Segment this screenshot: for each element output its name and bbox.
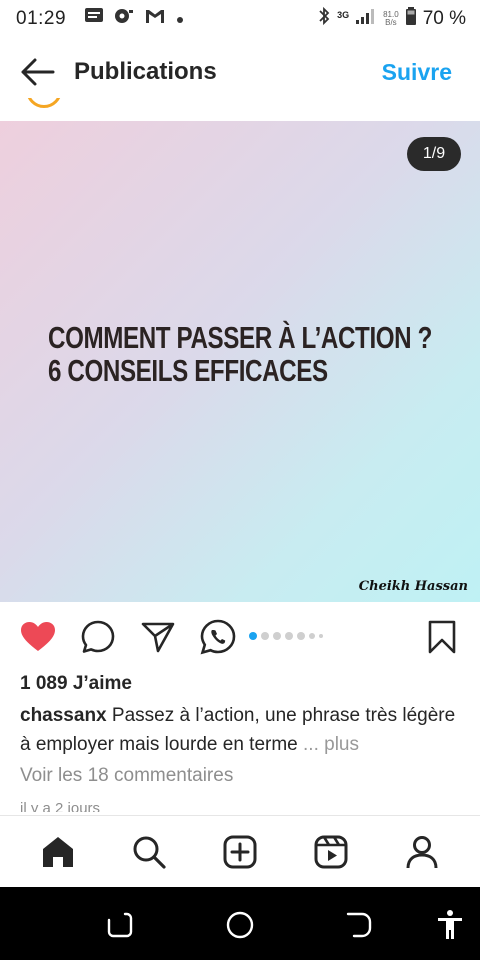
arrow-left-icon [21,58,55,86]
system-status: 3G 81.0 B/s 70 % [317,6,466,32]
post-title-line1: COMMENT PASSER À L’ACTION ? [48,320,432,355]
reels-icon [314,835,348,868]
carousel-dot [285,632,293,640]
like-button[interactable] [19,618,57,656]
recent-apps-icon [107,912,133,938]
heart-icon [21,622,55,651]
recent-apps-button[interactable] [104,909,136,941]
post-title-line2: 6 CONSEILS EFFICACES [48,353,328,388]
net-speed-unit: B/s [385,18,397,27]
carousel-counter: 1/9 [407,137,461,171]
battery-icon [405,6,417,32]
home-circle-icon [226,911,254,939]
page-title: Publications [74,58,217,85]
follow-button[interactable]: Suivre [382,59,452,86]
battery-level: 70 % [422,8,466,29]
music-icon [114,7,134,31]
avatar[interactable] [26,98,62,112]
nav-home[interactable] [34,828,82,876]
gmail-icon [144,7,166,31]
post-image-title: COMMENT PASSER À L’ACTION ? 6 CONSEILS E… [48,320,432,388]
caption-username[interactable]: chassanx [20,705,107,726]
back-button[interactable] [18,52,58,92]
likes-count[interactable]: 1 089 J’aime [20,673,132,695]
nav-create[interactable] [216,828,264,876]
carousel-dot-active [249,632,257,640]
home-system-button[interactable] [224,909,256,941]
home-icon [42,836,73,867]
whatsapp-button[interactable] [199,618,237,656]
share-icon [141,622,175,653]
carousel-dot [261,632,269,640]
bookmark-icon [428,620,456,654]
post-timestamp: il y a 2 jours [20,800,101,812]
notification-icons [84,7,184,31]
nav-search[interactable] [125,828,173,876]
accessibility-icon [438,910,462,939]
status-time: 01:29 [16,8,67,29]
profile-icon [406,835,438,868]
accessibility-button[interactable] [434,909,466,941]
bluetooth-icon [317,6,331,32]
post-image[interactable]: COMMENT PASSER À L’ACTION ? 6 CONSEILS E… [0,121,480,602]
comment-icon [81,620,115,653]
post-caption: chassanx Passez à l’action, une phrase t… [20,701,466,759]
nav-profile[interactable] [398,828,446,876]
nav-reels[interactable] [307,828,355,876]
back-system-button[interactable] [343,909,375,941]
dot-icon [176,8,184,30]
search-icon [133,836,166,869]
back-icon [346,912,372,938]
save-button[interactable] [423,618,461,656]
status-bar: 01:29 3G 81.0 B/s 70 % [0,0,480,38]
net-speed: 81.0 B/s [383,11,399,27]
add-icon [223,835,257,868]
image-signature: Cheikh Hassan [358,579,468,594]
more-link[interactable]: ... plus [303,734,359,755]
bottom-nav [0,815,480,887]
share-button[interactable] [139,618,177,656]
view-comments-link[interactable]: Voir les 18 commentaires [20,765,233,787]
comment-button[interactable] [79,618,117,656]
carousel-dots [249,632,323,640]
post-actions [0,614,480,660]
signal-icon [355,7,377,31]
carousel-dot [319,634,323,638]
network-type: 3G [337,10,350,20]
header: Publications Suivre [0,38,480,106]
message-icon [84,7,104,31]
system-nav-bar [0,887,480,960]
whatsapp-icon [200,619,236,655]
carousel-dot [309,633,315,639]
carousel-dot [297,632,305,640]
carousel-dot [273,632,281,640]
